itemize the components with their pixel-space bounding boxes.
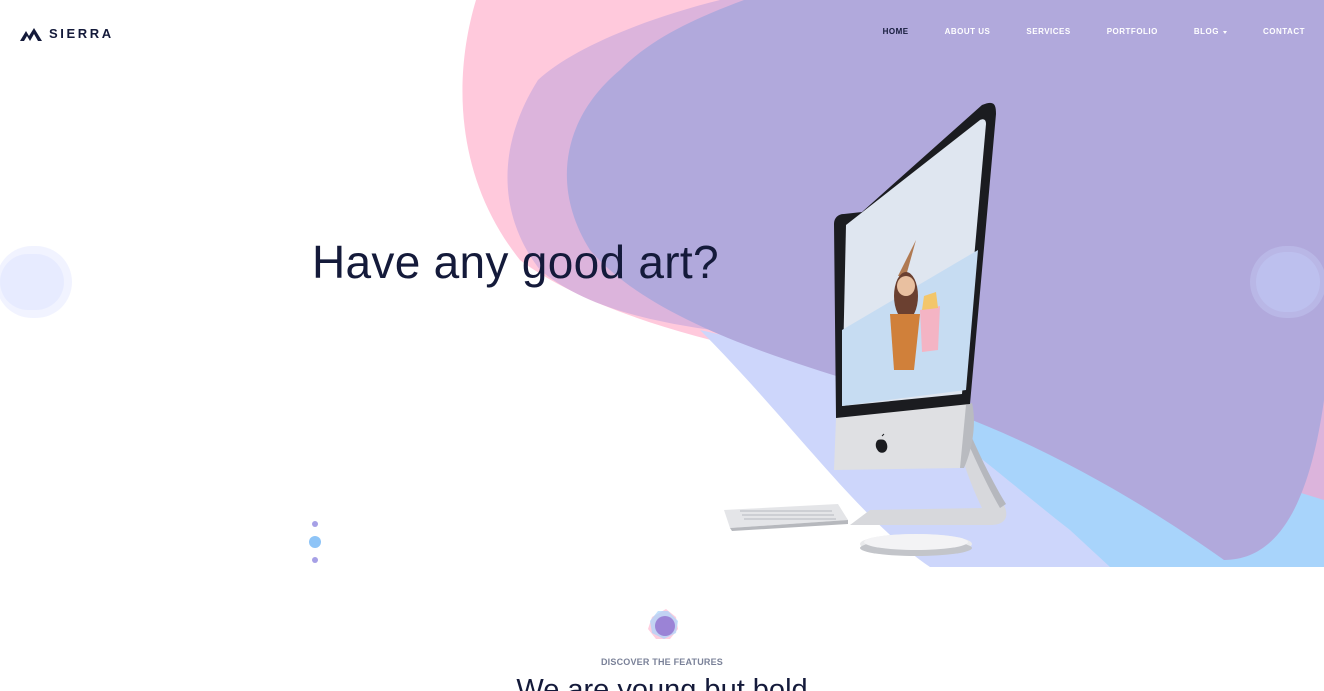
nav-item-label: SERVICES	[1026, 27, 1071, 36]
imac-illustration	[724, 102, 1007, 556]
section-heading: We are young but bold	[516, 674, 808, 691]
slider-next-button[interactable]	[1250, 246, 1324, 318]
caret-down-icon	[1222, 30, 1227, 34]
slider-dot[interactable]	[312, 521, 318, 527]
nav-item-label: HOME	[882, 27, 909, 36]
nav-item-home[interactable]: HOME	[883, 26, 909, 38]
brand-name: SIERRA	[49, 26, 114, 41]
features-logo-icon	[648, 609, 678, 639]
nav-item-about-us[interactable]: ABOUT US	[945, 26, 991, 38]
main-nav: HOME ABOUT US SERVICES PORTFOLIO BLOG CO…	[847, 26, 1305, 38]
nav-item-label: CONTACT	[1262, 27, 1305, 36]
nav-item-contact[interactable]: CONTACT	[1263, 26, 1305, 38]
nav-item-label: BLOG	[1193, 27, 1219, 36]
slider-dot-active[interactable]	[309, 536, 321, 548]
slider-dot[interactable]	[312, 557, 318, 563]
slider-pagination	[309, 521, 321, 565]
nav-item-label: PORTFOLIO	[1106, 27, 1158, 36]
section-eyebrow: DISCOVER THE FEATURES	[600, 657, 724, 667]
nav-item-services[interactable]: SERVICES	[1026, 26, 1070, 38]
hero-section: SIERRA HOME ABOUT US SERVICES PORTFOLIO …	[0, 0, 1324, 567]
mountain-icon	[20, 27, 42, 41]
slider-prev-button[interactable]	[0, 246, 72, 318]
hero-title: Have any good art?	[312, 236, 719, 288]
brand-logo[interactable]: SIERRA	[20, 26, 114, 41]
nav-item-portfolio[interactable]: PORTFOLIO	[1107, 26, 1158, 38]
nav-item-blog[interactable]: BLOG	[1194, 26, 1227, 38]
nav-item-label: ABOUT US	[944, 27, 991, 36]
